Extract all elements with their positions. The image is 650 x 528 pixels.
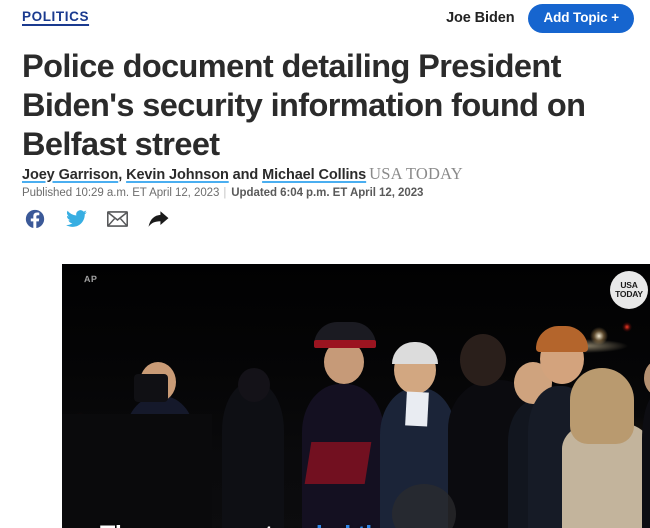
timestamp-row: Published 10:29 a.m. ET April 12, 2023 | U…	[22, 187, 423, 199]
video-caption-highlight: ended three	[279, 521, 417, 528]
article-topbar: POLITICS Joe Biden Add Topic +	[0, 0, 650, 40]
officer-sash	[304, 442, 372, 484]
vehicle-body	[62, 414, 212, 528]
article-page: POLITICS Joe Biden Add Topic + Police do…	[0, 0, 650, 528]
aide-head	[460, 334, 506, 386]
topic-follow-group: Joe Biden Add Topic +	[446, 4, 634, 33]
author-comma-1: ,	[118, 167, 123, 183]
timestamp-separator: |	[223, 187, 227, 199]
video-caption: The agreement ended three	[100, 521, 417, 528]
camera-icon	[134, 374, 168, 402]
email-share-button[interactable]	[106, 208, 128, 230]
crowd-figure	[222, 382, 284, 528]
author-link-3[interactable]: Michael Collins	[262, 167, 366, 183]
article-headline: Police document detailing President Bide…	[22, 48, 586, 162]
ap-watermark: AP	[83, 273, 98, 285]
section-kicker-politics[interactable]: POLITICS	[22, 9, 89, 24]
facebook-icon	[25, 209, 45, 229]
share-arrow-icon	[148, 211, 168, 227]
topic-name-label: Joe Biden	[446, 10, 515, 27]
publication-name: USA TODAY	[369, 164, 463, 183]
biden-shirt	[405, 391, 429, 427]
share-more-button[interactable]	[147, 208, 169, 230]
edge-head	[644, 360, 650, 396]
byline-conjunction: and	[232, 167, 259, 183]
crowd-head	[238, 368, 270, 402]
byline: Joey Garrison, Kevin Johnson and Michael…	[22, 164, 622, 184]
biden-hair	[392, 342, 438, 364]
facebook-share-button[interactable]	[24, 208, 46, 230]
add-topic-button[interactable]: Add Topic +	[528, 4, 634, 33]
author-link-1[interactable]: Joey Garrison	[22, 167, 118, 183]
twitter-icon	[65, 209, 87, 227]
share-row	[24, 208, 169, 230]
email-icon	[106, 211, 128, 227]
hero-photo: AP USA TODAY The agreement ended three	[62, 264, 650, 528]
updated-timestamp: Updated 6:04 p.m. ET April 12, 2023	[231, 187, 424, 199]
officer-cap-band	[314, 340, 376, 348]
video-caption-white: The agreement	[100, 521, 273, 528]
usa-today-logo-line2: TODAY	[615, 289, 643, 299]
red-hair	[536, 326, 588, 352]
twitter-share-button[interactable]	[65, 208, 87, 230]
edge-figure	[642, 394, 650, 528]
published-timestamp: Published 10:29 a.m. ET April 12, 2023	[22, 187, 220, 199]
usa-today-logo-badge: USA TODAY	[610, 271, 648, 309]
article-hero-video[interactable]: AP USA TODAY The agreement ended three	[62, 264, 650, 528]
author-link-2[interactable]: Kevin Johnson	[126, 167, 229, 183]
blonde-hair	[570, 368, 634, 444]
